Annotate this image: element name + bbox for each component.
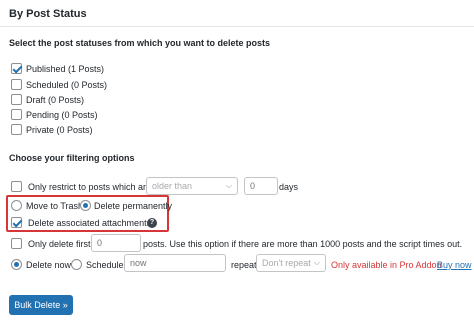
settings-panel: By Post Status Select the post statuses …: [0, 0, 474, 336]
delete-attachments-checkbox[interactable]: [11, 217, 22, 228]
help-icon[interactable]: ?: [147, 218, 157, 228]
draft-label: Draft (0 Posts): [26, 95, 85, 105]
delete-permanently-radio[interactable]: [80, 200, 91, 211]
draft-checkbox[interactable]: [11, 94, 22, 105]
chevron-down-icon: ⌵: [313, 258, 320, 267]
pending-label: Pending (0 Posts): [26, 110, 98, 120]
age-select-value: older than: [152, 181, 193, 191]
private-checkbox[interactable]: [11, 124, 22, 135]
restrict-label: Only restrict to posts which are: [28, 182, 152, 192]
delete-first-input[interactable]: [91, 234, 141, 252]
delete-now-label: Delete now: [26, 260, 72, 270]
repeat-label: repeat: [231, 260, 257, 270]
bulk-delete-button[interactable]: Bulk Delete »: [9, 295, 73, 315]
repeat-select[interactable]: Don't repeat ⌵: [256, 254, 326, 272]
buy-now-link[interactable]: Buy now: [437, 260, 472, 270]
filtering-heading: Choose your filtering options: [9, 153, 135, 163]
move-to-trash-label: Move to Trash: [26, 201, 84, 211]
pro-addon-notice: Only available in Pro Addon: [331, 260, 442, 270]
intro-text: Select the post statuses from which you …: [9, 38, 271, 48]
delete-first-checkbox[interactable]: [11, 238, 22, 249]
age-select[interactable]: older than ⌵: [146, 177, 238, 195]
panel-header: By Post Status: [0, 0, 474, 27]
delete-first-suffix: posts. Use this option if there are more…: [143, 239, 463, 249]
delete-now-radio[interactable]: [11, 259, 22, 270]
chevron-down-icon: ⌵: [225, 181, 232, 190]
days-input[interactable]: [244, 177, 278, 195]
published-checkbox[interactable]: [11, 63, 22, 74]
schedule-label: Schedule: [86, 260, 124, 270]
schedule-radio[interactable]: [71, 259, 82, 270]
scheduled-checkbox[interactable]: [11, 79, 22, 90]
repeat-select-value: Don't repeat: [262, 258, 311, 268]
pending-checkbox[interactable]: [11, 109, 22, 120]
delete-first-label: Only delete first: [28, 239, 91, 249]
scheduled-label: Scheduled (0 Posts): [26, 80, 108, 90]
panel-title: By Post Status: [9, 8, 87, 20]
delete-permanently-label: Delete permanently: [94, 201, 173, 211]
days-label: days: [279, 182, 299, 192]
published-label: Published (1 Posts): [26, 64, 105, 74]
restrict-checkbox[interactable]: [11, 181, 22, 192]
private-label: Private (0 Posts): [26, 125, 93, 135]
move-to-trash-radio[interactable]: [11, 200, 22, 211]
schedule-time-input[interactable]: [124, 254, 226, 272]
delete-attachments-label: Delete associated attachments: [28, 218, 152, 228]
